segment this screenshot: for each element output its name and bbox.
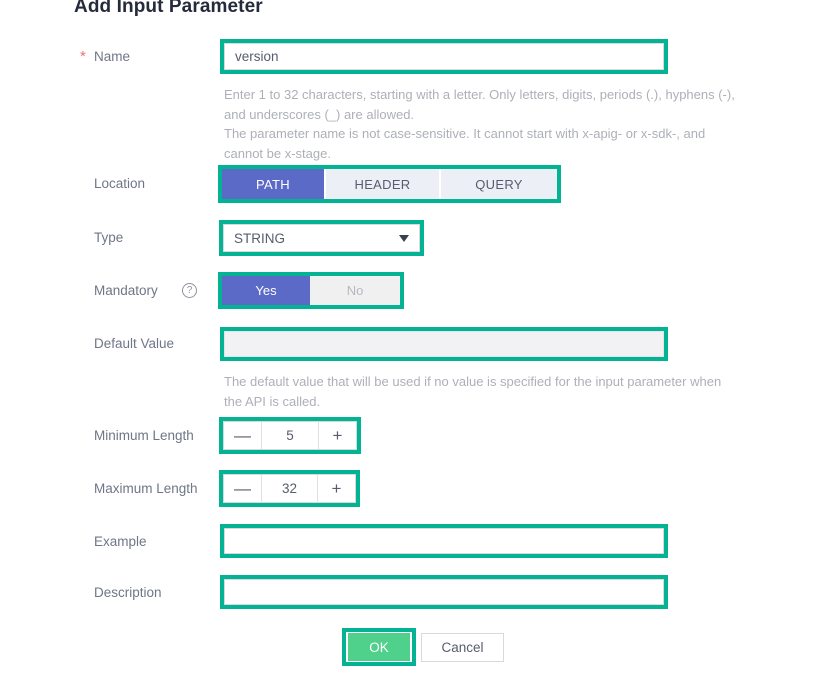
label-mandatory: Mandatory bbox=[94, 283, 158, 298]
default-value-helper-line-2: the API is called. bbox=[224, 393, 321, 409]
label-maximum-length: Maximum Length bbox=[94, 481, 198, 496]
minimum-length-stepper[interactable]: — 5 + bbox=[223, 421, 357, 450]
location-option-query[interactable]: QUERY bbox=[441, 169, 557, 199]
label-minimum-length: Minimum Length bbox=[94, 428, 194, 443]
default-value-input[interactable] bbox=[224, 331, 664, 357]
name-input[interactable] bbox=[224, 43, 664, 70]
ok-button[interactable]: OK bbox=[348, 633, 410, 661]
minimum-length-value[interactable]: 5 bbox=[262, 422, 318, 449]
mandatory-option-no[interactable]: No bbox=[310, 276, 400, 305]
name-helper-line-1: Enter 1 to 32 characters, starting with … bbox=[224, 87, 735, 102]
label-example: Example bbox=[94, 534, 147, 549]
location-option-header[interactable]: HEADER bbox=[326, 169, 441, 199]
name-helper-line-2: and underscores (_) are allowed. bbox=[224, 106, 415, 122]
required-asterisk-icon: * bbox=[80, 48, 86, 65]
minimum-length-increment-button[interactable]: + bbox=[318, 422, 356, 449]
maximum-length-decrement-button[interactable]: — bbox=[224, 475, 262, 502]
default-value-helper-text: The default value that will be used if n… bbox=[224, 372, 784, 411]
example-input[interactable] bbox=[224, 528, 664, 554]
type-select[interactable]: STRING bbox=[223, 224, 420, 252]
name-helper-line-3: The parameter name is not case-sensitive… bbox=[224, 126, 706, 141]
label-description: Description bbox=[94, 585, 162, 600]
maximum-length-increment-button[interactable]: + bbox=[317, 475, 355, 502]
name-helper-text: Enter 1 to 32 characters, starting with … bbox=[224, 85, 784, 163]
description-input[interactable] bbox=[224, 579, 664, 605]
page-title: Add Input Parameter bbox=[74, 0, 263, 17]
label-default-value: Default Value bbox=[94, 336, 175, 351]
default-value-helper-line-1: The default value that will be used if n… bbox=[224, 374, 722, 389]
minimum-length-decrement-button[interactable]: — bbox=[224, 422, 262, 449]
type-select-value: STRING bbox=[234, 230, 286, 246]
label-location: Location bbox=[94, 176, 146, 191]
mandatory-toggle[interactable]: Yes No bbox=[222, 276, 400, 305]
cancel-button[interactable]: Cancel bbox=[421, 633, 504, 662]
maximum-length-stepper[interactable]: — 32 + bbox=[223, 474, 356, 503]
location-segmented-control[interactable]: PATH HEADER QUERY bbox=[222, 169, 557, 199]
label-type: Type bbox=[94, 230, 124, 245]
question-mark-icon[interactable]: ? bbox=[182, 283, 197, 298]
maximum-length-value[interactable]: 32 bbox=[262, 475, 317, 502]
location-option-path[interactable]: PATH bbox=[222, 169, 326, 199]
name-helper-line-4: cannot be x-stage. bbox=[224, 145, 331, 161]
chevron-down-icon bbox=[399, 235, 409, 242]
label-name: Name bbox=[94, 49, 131, 64]
mandatory-option-yes[interactable]: Yes bbox=[222, 276, 310, 305]
